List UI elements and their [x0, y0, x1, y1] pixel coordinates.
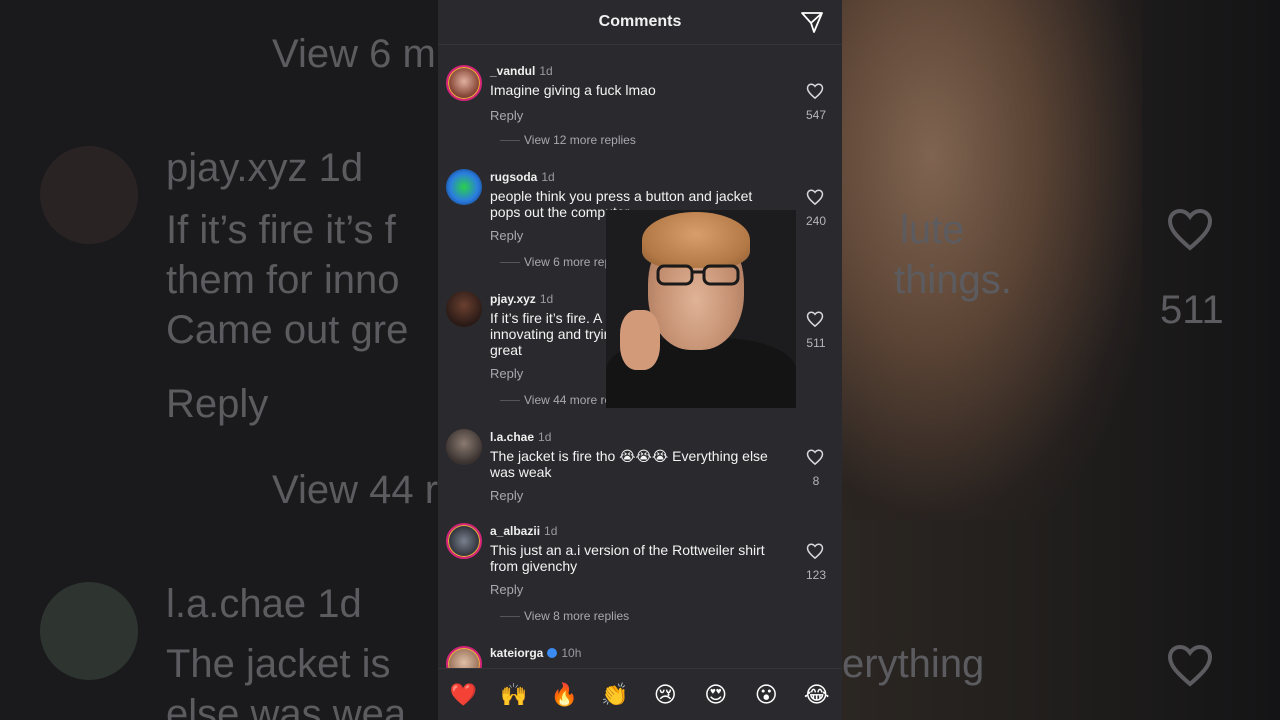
avatar[interactable]	[446, 429, 482, 465]
background-text: If it’s fire it’s f	[166, 208, 396, 252]
view-more-replies[interactable]: View 12 more replies	[500, 133, 636, 147]
comment-time: 1d	[539, 292, 554, 306]
like-count: 123	[805, 568, 827, 582]
comments-header: Comments	[438, 0, 842, 45]
background-text: Came out gre	[166, 308, 409, 352]
reply-button[interactable]: Reply	[490, 582, 523, 597]
reply-button[interactable]: Reply	[490, 228, 523, 243]
background-text: else was wea	[166, 692, 407, 720]
background-text: 511	[1160, 288, 1224, 332]
background-text: pjay.xyz 1d	[166, 146, 364, 190]
background-text: things.	[894, 258, 1012, 302]
comment-time: 1d	[541, 170, 555, 184]
heart-icon[interactable]	[806, 82, 824, 100]
comment-username[interactable]: pjay.xyz 1d	[490, 292, 553, 306]
background-heart-icon	[1167, 644, 1213, 687]
comment-text: The jacket is fire tho 😭😭😭 Everything el…	[490, 448, 768, 480]
reply-button[interactable]: Reply	[490, 366, 523, 381]
comment-time: 1d	[539, 64, 553, 78]
emoji-clap[interactable]: 👏	[600, 682, 630, 708]
view-more-replies[interactable]: View 8 more replies	[500, 609, 629, 623]
emoji-heart-eyes[interactable]: 😍	[701, 682, 731, 708]
heart-icon[interactable]	[806, 448, 824, 466]
emoji-laughing[interactable]: 😂	[802, 682, 832, 708]
emoji-bar: ❤️ 🙌 🔥 👏 😢 😍 😮 😂	[438, 668, 842, 720]
like-count: 511	[806, 336, 826, 350]
comment-time: 10h	[561, 646, 582, 660]
avatar[interactable]	[446, 169, 482, 205]
like-count: 240	[805, 214, 827, 228]
comment-username[interactable]: _vandul 1d	[490, 64, 553, 78]
reply-button[interactable]: Reply	[490, 108, 523, 123]
comment-username[interactable]: a_albazii 1d	[490, 524, 557, 538]
background-text: View 6 m	[272, 32, 436, 76]
emoji-heart[interactable]: ❤️	[448, 682, 478, 708]
background-text: Reply	[166, 382, 269, 426]
avatar[interactable]	[446, 523, 482, 559]
comment-username[interactable]: l.a.chae 1d	[490, 430, 551, 444]
comment-username[interactable]: kateiorga 10h	[490, 646, 581, 660]
avatar[interactable]	[446, 65, 482, 101]
avatar[interactable]	[446, 291, 482, 327]
reply-button[interactable]: Reply	[490, 488, 523, 503]
heart-icon[interactable]	[806, 188, 824, 206]
like-count: 547	[805, 108, 827, 122]
webcam-overlay	[606, 210, 796, 408]
webcam-hair	[642, 212, 750, 268]
background-text: The jacket is	[166, 642, 391, 686]
send-icon[interactable]	[800, 10, 824, 34]
webcam-glasses	[656, 264, 740, 286]
emoji-surprised[interactable]: 😮	[751, 682, 781, 708]
background-text: erything	[842, 642, 985, 686]
page-title: Comments	[598, 13, 682, 30]
background-text: View 44 r	[272, 468, 439, 512]
emoji-raised-hands[interactable]: 🙌	[499, 682, 529, 708]
comment-time: 1d	[538, 430, 552, 444]
heart-icon[interactable]	[806, 542, 824, 560]
webcam-hand	[620, 310, 660, 370]
emoji-fire[interactable]: 🔥	[549, 682, 579, 708]
comment-text: This just an a.i version of the Rottweil…	[490, 542, 765, 574]
emoji-crying[interactable]: 😢	[650, 682, 680, 708]
background-text: l.a.chae 1d	[166, 582, 362, 626]
verified-badge-icon	[547, 648, 558, 658]
background-text: lute	[900, 208, 965, 252]
comment-text: Imagine giving a fuck lmao	[490, 82, 656, 98]
comment-time: 1d	[544, 524, 558, 538]
like-count: 8	[812, 474, 820, 488]
background-text: them for inno	[166, 258, 400, 302]
background-avatar	[40, 146, 138, 244]
background-heart-icon	[1167, 208, 1213, 251]
heart-icon[interactable]	[806, 310, 824, 328]
background-avatar	[40, 582, 138, 680]
comment-username[interactable]: rugsoda 1d	[490, 170, 555, 184]
